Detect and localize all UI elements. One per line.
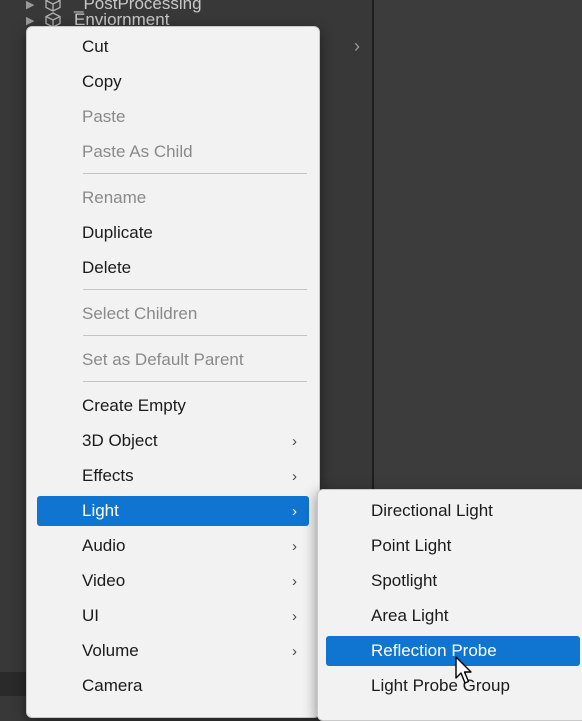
submenu-item-spotlight[interactable]: Spotlight bbox=[326, 566, 580, 596]
menu-item-label: 3D Object bbox=[82, 431, 158, 450]
menu-separator bbox=[83, 381, 307, 382]
menu-item-set-default-parent: Set as Default Parent bbox=[37, 345, 309, 375]
menu-separator bbox=[83, 173, 307, 174]
menu-item-effects[interactable]: Effects › bbox=[37, 461, 309, 491]
chevron-right-icon: › bbox=[292, 642, 297, 660]
menu-item-label: Paste bbox=[82, 107, 126, 126]
menu-item-label: Light bbox=[82, 501, 119, 520]
menu-item-select-children: Select Children bbox=[37, 299, 309, 329]
menu-item-label: Volume bbox=[82, 641, 139, 660]
menu-item-label: Camera bbox=[82, 676, 143, 695]
menu-item-3d-object[interactable]: 3D Object › bbox=[37, 426, 309, 456]
submenu-item-area-light[interactable]: Area Light bbox=[326, 601, 580, 631]
context-menu: Cut Copy Paste Paste As Child Rename Dup… bbox=[26, 26, 320, 718]
chevron-right-icon: › bbox=[292, 537, 297, 555]
chevron-right-icon: › bbox=[292, 502, 297, 520]
menu-item-label: Video bbox=[82, 571, 126, 590]
menu-item-cut[interactable]: Cut bbox=[37, 32, 309, 62]
menu-item-label: Set as Default Parent bbox=[82, 350, 244, 369]
menu-item-label: Duplicate bbox=[82, 223, 153, 242]
menu-item-paste: Paste bbox=[37, 102, 309, 132]
menu-item-label: Rename bbox=[82, 188, 147, 207]
menu-item-duplicate[interactable]: Duplicate bbox=[37, 218, 309, 248]
menu-item-light[interactable]: Light › bbox=[37, 496, 309, 526]
menu-item-create-empty[interactable]: Create Empty bbox=[37, 391, 309, 421]
submenu-item-label: Spotlight bbox=[371, 571, 438, 590]
submenu-item-directional-light[interactable]: Directional Light bbox=[326, 496, 580, 526]
menu-item-rename: Rename bbox=[37, 183, 309, 213]
chevron-right-icon: › bbox=[292, 467, 297, 485]
menu-item-label: Create Empty bbox=[82, 396, 186, 415]
submenu-item-light-probe-group[interactable]: Light Probe Group bbox=[326, 671, 580, 701]
triangle-right-icon[interactable]: ▶ bbox=[26, 14, 44, 27]
submenu-item-label: Directional Light bbox=[371, 501, 493, 520]
menu-separator bbox=[83, 289, 307, 290]
submenu-item-reflection-probe[interactable]: Reflection Probe bbox=[326, 636, 580, 666]
menu-item-ui[interactable]: UI › bbox=[37, 601, 309, 631]
menu-item-label: Select Children bbox=[82, 304, 198, 323]
chevron-right-icon: › bbox=[292, 432, 297, 450]
menu-item-label: Cut bbox=[82, 37, 109, 56]
menu-item-paste-as-child: Paste As Child bbox=[37, 137, 309, 167]
menu-item-label: UI bbox=[82, 606, 99, 625]
submenu-item-point-light[interactable]: Point Light bbox=[326, 531, 580, 561]
menu-item-volume[interactable]: Volume › bbox=[37, 636, 309, 666]
menu-item-label: Delete bbox=[82, 258, 132, 277]
menu-item-label: Effects bbox=[82, 466, 134, 485]
chevron-right-icon: › bbox=[292, 607, 297, 625]
chevron-right-icon[interactable]: › bbox=[354, 36, 360, 57]
menu-item-label: Audio bbox=[82, 536, 126, 555]
menu-item-label: Copy bbox=[82, 72, 122, 91]
chevron-right-icon: › bbox=[292, 572, 297, 590]
light-submenu: Directional Light Point Light Spotlight … bbox=[317, 489, 582, 721]
submenu-item-label: Reflection Probe bbox=[371, 641, 497, 660]
menu-item-delete[interactable]: Delete bbox=[37, 253, 309, 283]
menu-item-label: Paste As Child bbox=[82, 142, 193, 161]
mouse-cursor-icon bbox=[455, 656, 472, 684]
menu-item-audio[interactable]: Audio › bbox=[37, 531, 309, 561]
menu-separator bbox=[83, 335, 307, 336]
submenu-item-label: Light Probe Group bbox=[371, 676, 510, 695]
menu-item-camera[interactable]: Camera bbox=[37, 671, 309, 701]
menu-item-video[interactable]: Video › bbox=[37, 566, 309, 596]
menu-item-copy[interactable]: Copy bbox=[37, 67, 309, 97]
submenu-item-label: Area Light bbox=[371, 606, 449, 625]
submenu-item-label: Point Light bbox=[371, 536, 452, 555]
